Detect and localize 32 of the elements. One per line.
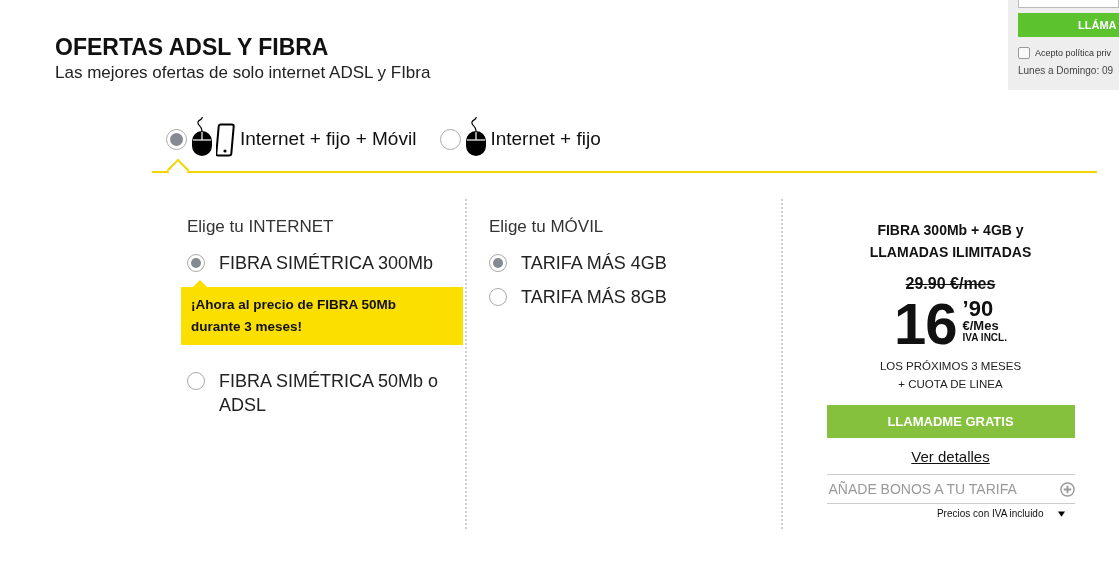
tax-note: IVA INCL.	[962, 332, 1007, 343]
old-price: 29.90 €/mes	[905, 275, 996, 293]
price-unit: €/Mes	[962, 319, 1000, 332]
opening-hours: Lunes a Domingo: 09	[1018, 65, 1115, 76]
privacy-checkbox[interactable]	[1018, 47, 1030, 59]
internet-option-label[interactable]: FIBRA SIMÉTRICA 50Mb o ADSL	[219, 369, 447, 417]
internet-option-label[interactable]: FIBRA SIMÉTRICA 300Mb	[219, 251, 434, 275]
promo-callout: ¡Ahora al precio de FIBRA 50Mb durante 3 meses!	[181, 280, 463, 345]
internet-heading: Elige tu INTERNET	[187, 217, 335, 237]
mobile-heading: Elige tu MÓVIL	[489, 217, 605, 237]
caret-icon[interactable]	[1057, 510, 1065, 517]
phone-icon	[216, 123, 236, 157]
radio-button[interactable]	[489, 288, 507, 306]
page-title: OFERTAS ADSL Y FIBRA	[55, 33, 329, 61]
details-link[interactable]: Ver detalles	[911, 448, 990, 465]
plan-tab[interactable]: Internet + fijo	[440, 121, 601, 157]
plus-circle-icon[interactable]	[1059, 481, 1075, 497]
privacy-label: Acepto política priv	[1035, 48, 1112, 58]
price-integer: 16	[894, 293, 957, 355]
tax-included-note: Precios con IVA incluido	[936, 508, 1044, 519]
phone-input-field[interactable]	[1018, 0, 1119, 8]
mouse-icon	[191, 117, 213, 157]
mobile-option-label[interactable]: TARIFA MÁS 8GB	[521, 285, 667, 309]
radio-button[interactable]	[489, 254, 507, 272]
offer-title: FIBRA 300Mb + 4GB y LLAMADAS ILIMITADAS	[869, 221, 1032, 262]
mobile-option-label[interactable]: TARIFA MÁS 4GB	[521, 251, 667, 275]
mouse-icon	[465, 117, 488, 157]
price-conditions: LOS PRÓXIMOS 3 MESES + CUOTA DE LINEA	[879, 359, 1022, 392]
page-subtitle: Las mejores ofertas de solo internet ADSL y FIbra	[55, 62, 431, 84]
radio-button[interactable]	[187, 254, 205, 272]
radio-button[interactable]	[187, 372, 205, 390]
price-decimals: ’90	[962, 299, 995, 319]
